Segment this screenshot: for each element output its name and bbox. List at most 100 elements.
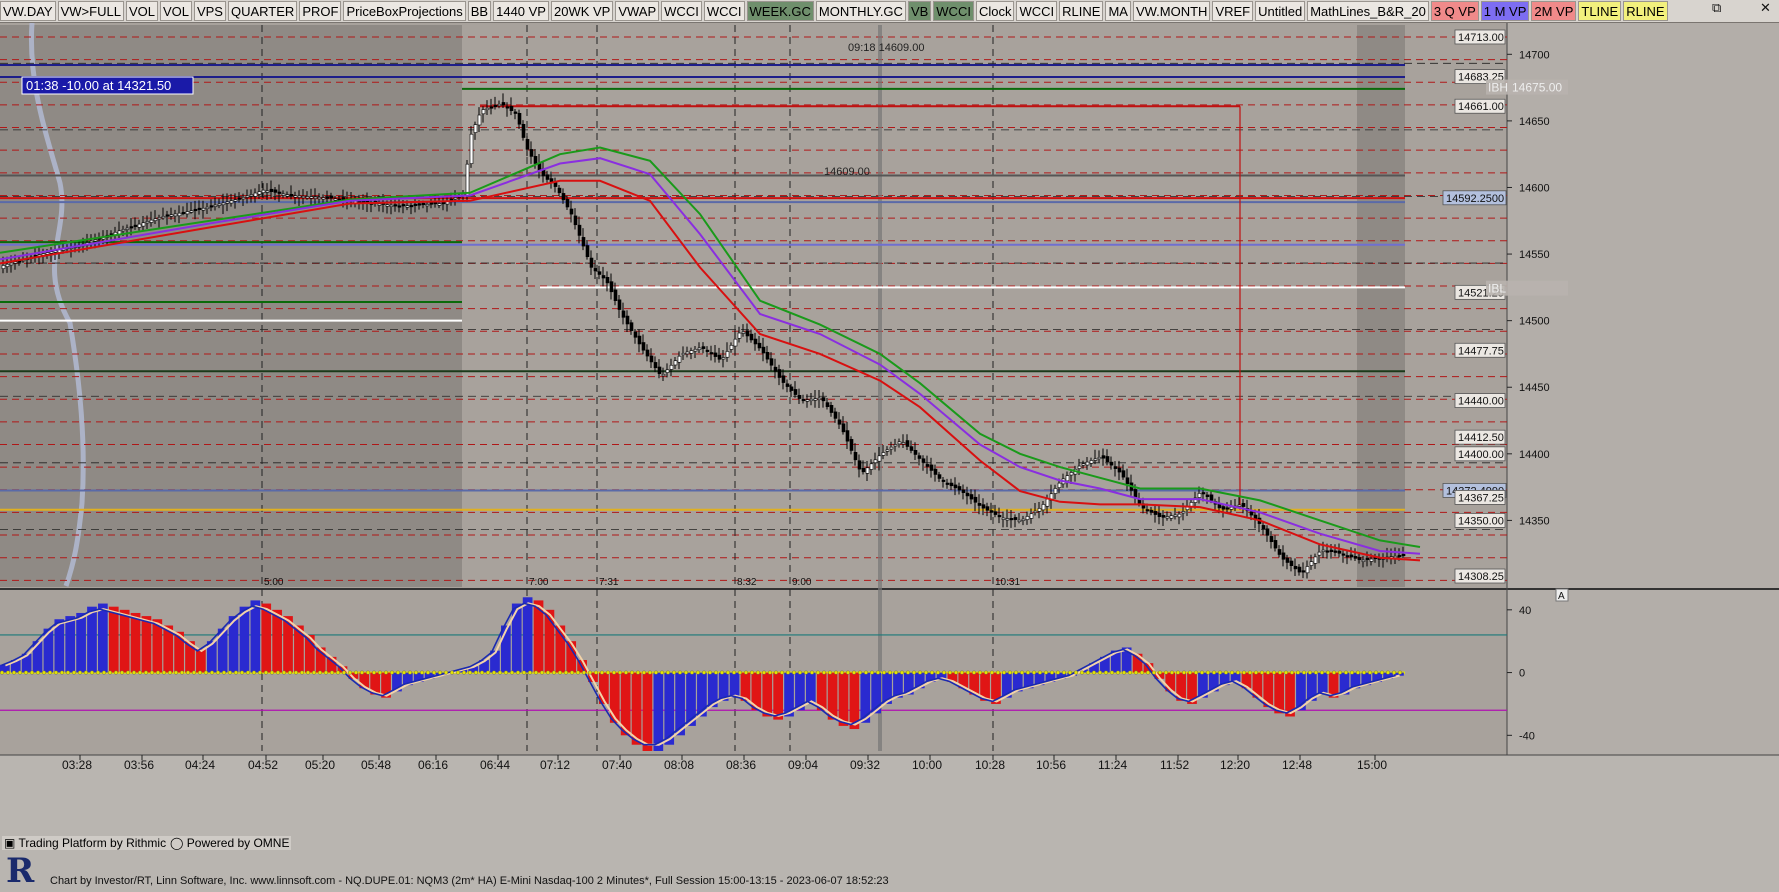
toolbar-button-14[interactable]: WEEK.GC	[746, 1, 814, 21]
candle-body	[285, 194, 290, 197]
candle-body	[685, 351, 690, 355]
candle-body	[273, 189, 278, 193]
toolbar-button-6[interactable]: PROF	[299, 1, 342, 21]
candle-body	[521, 123, 526, 138]
candle-body	[49, 251, 54, 254]
osc-zero-dot	[95, 670, 100, 675]
candle-body	[741, 331, 746, 334]
candle-body	[697, 347, 702, 350]
osc-zero-dot	[1259, 670, 1264, 675]
toolbar-button-19[interactable]: WCCI	[1016, 1, 1058, 21]
candle-body	[1081, 463, 1086, 466]
toolbar-button-3[interactable]: VOL	[159, 1, 192, 21]
candle-body	[1173, 514, 1178, 517]
osc-zero-dot	[1139, 670, 1144, 675]
candle-body	[749, 333, 754, 341]
osc-zero-dot	[1127, 670, 1132, 675]
osc-zero-dot	[438, 670, 443, 675]
candle-body	[1205, 494, 1210, 498]
toolbar-button-29[interactable]: TLINE	[1578, 1, 1622, 21]
toolbar-button-17[interactable]: WCCI	[933, 1, 974, 21]
osc-zero-dot	[408, 670, 413, 675]
candle-body	[93, 239, 98, 242]
candle-body	[517, 112, 522, 125]
toolbar-button-24[interactable]: Untitled	[1255, 1, 1306, 21]
toolbar-button-16[interactable]: VB	[907, 1, 932, 21]
toolbar-button-26[interactable]: 3 Q VP	[1430, 1, 1479, 21]
candle-body	[753, 338, 758, 345]
toolbar-button-21[interactable]: MA	[1105, 1, 1131, 21]
candle-body	[557, 187, 562, 194]
restore-icon[interactable]: ⧉	[1712, 1, 1721, 16]
candle-body	[177, 212, 182, 217]
osc-zero-dot	[342, 670, 347, 675]
candle-body	[1117, 467, 1122, 473]
toolbar-button-8[interactable]: BB	[467, 1, 492, 21]
osc-zero-dot	[1002, 670, 1007, 675]
osc-zero-dot	[654, 670, 659, 675]
toolbar-button-30[interactable]: RLINE	[1623, 1, 1668, 21]
panel-a-label: A	[1558, 591, 1565, 602]
chart-area[interactable]: 5:00 7:00 7:31 8:32 9:00 10:31 01:38 -10.00 at…	[0, 23, 1779, 836]
close-icon[interactable]: ✕	[1760, 1, 1771, 16]
toolbar-button-22[interactable]: VW.MONTH	[1132, 1, 1211, 21]
osc-bar	[511, 603, 522, 673]
toolbar-button-5[interactable]: QUARTER	[227, 1, 298, 21]
candle-body	[969, 494, 974, 500]
osc-zero-dot	[600, 670, 605, 675]
candle-body	[1013, 517, 1018, 520]
toolbar-button-9[interactable]: 1440 VP	[493, 1, 549, 21]
osc-zero-dot	[197, 670, 202, 675]
toolbar-button-7[interactable]: PriceBoxProjections	[343, 1, 466, 21]
candle-body	[153, 218, 158, 221]
candle-body	[1317, 551, 1322, 556]
price-tick-label: 14500	[1519, 316, 1550, 328]
price-label: 14400.00	[1458, 449, 1504, 461]
candle-body	[89, 240, 94, 243]
candle-body	[277, 191, 282, 194]
toolbar-button-11[interactable]: VWAP	[615, 1, 660, 21]
toolbar-button-18[interactable]: Clock	[975, 1, 1015, 21]
osc-zero-dot	[876, 670, 881, 675]
osc-zero-dot	[510, 670, 515, 675]
candle-body	[265, 190, 270, 193]
toolbar-button-1[interactable]: VW>FULL	[57, 1, 124, 21]
toolbar-button-13[interactable]: WCCI	[703, 1, 745, 21]
candle-body	[1101, 455, 1106, 459]
session-marker-label: 7:00	[529, 577, 549, 588]
osc-zero-dot	[89, 670, 94, 675]
toolbar-button-20[interactable]: RLINE	[1059, 1, 1104, 21]
candle-body	[297, 195, 302, 198]
candle-body	[781, 375, 786, 383]
osc-zero-dot	[1235, 670, 1240, 675]
candle-body	[497, 103, 502, 107]
osc-zero-dot	[552, 670, 557, 675]
toolbar-button-23[interactable]: VREF	[1212, 1, 1254, 21]
candle-body	[1237, 504, 1242, 507]
toolbar-button-2[interactable]: VOL	[125, 1, 158, 21]
osc-zero-dot	[71, 670, 76, 675]
osc-zero-dot	[492, 670, 497, 675]
osc-bar	[522, 597, 533, 673]
candle-body	[289, 193, 294, 197]
osc-zero-dot	[209, 670, 214, 675]
osc-zero-dot	[486, 670, 491, 675]
toolbar-button-12[interactable]: WCCI	[661, 1, 702, 21]
toolbar-button-10[interactable]: 20WK VP	[550, 1, 614, 21]
toolbar-button-25[interactable]: MathLines_B&R_20	[1307, 1, 1429, 21]
osc-zero-dot	[1385, 670, 1390, 675]
toolbar-button-27[interactable]: 1 M VP	[1480, 1, 1530, 21]
candle-body	[1157, 512, 1162, 517]
toolbar-button-15[interactable]: MONTHLY.GC	[815, 1, 906, 21]
osc-zero-dot	[1163, 670, 1168, 675]
osc-bar	[838, 672, 849, 726]
osc-zero-dot	[1355, 670, 1360, 675]
toolbar-button-4[interactable]: VPS	[193, 1, 226, 21]
omne-badge[interactable]: ◯ Powered by OMNE	[168, 836, 292, 850]
candle-body	[529, 149, 534, 157]
toolbar-button-28[interactable]: 2M VP	[1531, 1, 1577, 21]
rithmic-badge[interactable]: ▣ Trading Platform by Rithmic	[2, 836, 169, 850]
price-label: 14592.2500	[1446, 193, 1504, 205]
candle-body	[185, 211, 190, 215]
toolbar-button-0[interactable]: VW.DAY	[0, 1, 56, 21]
